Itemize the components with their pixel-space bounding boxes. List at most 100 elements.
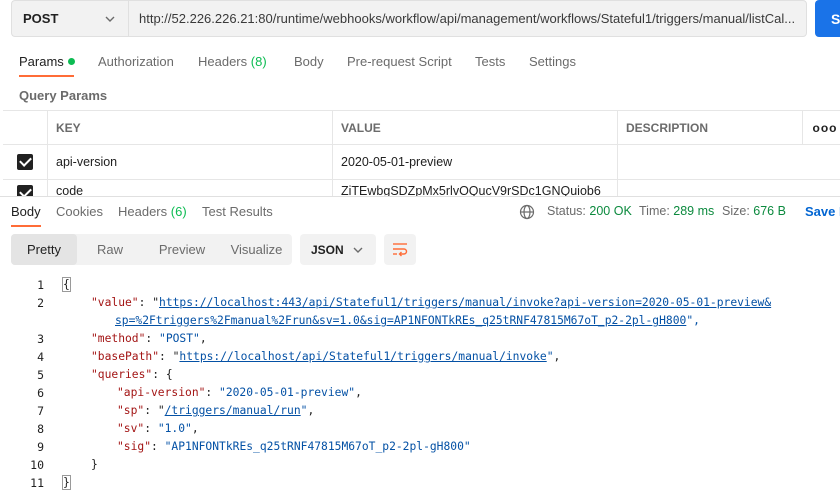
json-string: "POST" <box>159 332 200 345</box>
view-pretty-button[interactable]: Pretty <box>11 234 77 265</box>
value-column-header: VALUE <box>332 111 617 144</box>
code-line: "sig": "AP1NFONTkREs_q25tRNF47815M67oT_p… <box>117 440 471 453</box>
line-number: 7 <box>37 404 44 418</box>
tab-tests[interactable]: Tests <box>475 54 505 69</box>
line-number: 2 <box>37 296 44 310</box>
save-response-button[interactable]: Save R <box>805 204 840 219</box>
tab-headers-count: (8) <box>250 54 267 69</box>
code-line: } <box>91 458 98 471</box>
view-raw-button[interactable]: Raw <box>77 234 143 265</box>
table-row: api-version 2020-05-01-preview <box>3 145 840 180</box>
tab-authorization[interactable]: Authorization <box>98 54 174 69</box>
view-mode-group: Pretty Raw Preview Visualize <box>11 234 292 265</box>
json-link[interactable]: /triggers/manual/run <box>165 404 301 417</box>
active-tab-underline <box>11 225 41 227</box>
line-number: 8 <box>37 422 44 436</box>
json-string: "1.0" <box>157 422 192 435</box>
tab-response-headers[interactable]: Headers (6) <box>118 204 187 219</box>
json-key: "method" <box>91 332 146 345</box>
json-key: "sig" <box>117 440 152 453</box>
tab-params[interactable]: Params <box>19 54 75 69</box>
code-line: } <box>62 475 71 490</box>
status-value: 200 OK <box>589 204 632 218</box>
tab-body[interactable]: Body <box>294 54 324 69</box>
request-bar: POST http://52.226.226.21:80/runtime/web… <box>0 0 840 38</box>
code-line: "sv": "1.0", <box>117 422 199 435</box>
time-readout[interactable]: Time: 289 ms <box>639 204 714 218</box>
description-column-header: DESCRIPTION <box>617 111 802 144</box>
param-description-input[interactable] <box>617 180 840 196</box>
view-preview-button[interactable]: Preview <box>143 234 221 265</box>
json-key: "basePath" <box>91 350 160 363</box>
json-string: "2020-05-01-preview" <box>219 386 356 399</box>
tab-prerequest-script[interactable]: Pre-request Script <box>347 54 452 69</box>
key-column-header: KEY <box>47 111 332 144</box>
status-readout[interactable]: Status: 200 OK <box>547 204 632 218</box>
size-label: Size: <box>722 204 750 218</box>
more-icon: ooo <box>812 120 838 135</box>
size-value: 676 B <box>753 204 786 218</box>
tab-test-results[interactable]: Test Results <box>202 204 273 219</box>
chevron-down-icon <box>105 16 115 22</box>
json-key: "sp" <box>117 404 145 417</box>
response-bar: Body Cookies Headers (6) Test Results St… <box>0 196 840 227</box>
view-visualize-button[interactable]: Visualize <box>221 234 292 265</box>
line-number: 9 <box>37 440 44 454</box>
line-number: 1 <box>37 278 44 292</box>
line-number: 3 <box>37 332 44 346</box>
code-line: sp=%2Ftriggers%2Fmanual%2Frun&sv=1.0&sig… <box>115 314 700 327</box>
open-brace: { <box>62 277 71 292</box>
code-line: "basePath": "https://localhost/api/State… <box>91 350 561 363</box>
tab-params-label: Params <box>19 54 64 69</box>
chevron-down-icon <box>353 247 363 253</box>
request-tabs: Params Authorization Headers (8) Body Pr… <box>0 46 840 78</box>
tab-headers[interactable]: Headers (8) <box>198 54 267 69</box>
tab-headers-label: Headers <box>198 54 248 69</box>
tab-response-body[interactable]: Body <box>11 204 41 219</box>
checkbox-checked-icon <box>17 185 33 196</box>
tab-cookies[interactable]: Cookies <box>56 204 103 219</box>
code-line: "queries": { <box>91 368 173 381</box>
param-description-input[interactable] <box>617 145 840 179</box>
checkbox-checked-icon <box>17 154 33 170</box>
method-label: POST <box>23 11 59 26</box>
checkbox-column-header <box>3 111 47 144</box>
globe-icon[interactable] <box>519 204 535 220</box>
tab-response-headers-count: (6) <box>170 204 187 219</box>
json-key: "queries" <box>91 368 153 381</box>
code-line: "api-version": "2020-05-01-preview", <box>117 386 362 399</box>
code-line: { <box>62 277 71 292</box>
method-select[interactable]: POST <box>11 0 128 37</box>
wrap-lines-button[interactable] <box>384 234 416 265</box>
line-number: 11 <box>30 476 44 490</box>
param-value-input[interactable]: ZiTEwbgSDZpMx5rlvOQucV9rSDc1GNQuiob6 <box>332 180 617 196</box>
line-number: 6 <box>37 386 44 400</box>
time-value: 289 ms <box>673 204 715 218</box>
json-link[interactable]: https://localhost:443/api/Stateful1/trig… <box>159 296 771 309</box>
param-checkbox[interactable] <box>3 180 47 196</box>
close-brace: } <box>62 475 71 490</box>
url-input[interactable]: http://52.226.226.21:80/runtime/webhooks… <box>128 0 807 37</box>
json-link[interactable]: sp=%2Ftriggers%2Fmanual%2Frun&sv=1.0&sig… <box>115 314 686 327</box>
format-select[interactable]: JSON <box>300 234 376 265</box>
status-label: Status: <box>547 204 586 218</box>
line-number: 10 <box>30 458 44 472</box>
size-readout[interactable]: Size: 676 B <box>722 204 786 218</box>
code-line: "value": "https://localhost:443/api/Stat… <box>91 296 772 309</box>
send-button[interactable]: S <box>815 0 840 37</box>
json-key: "value" <box>91 296 139 309</box>
format-label: JSON <box>311 242 344 257</box>
line-number: 4 <box>37 350 44 364</box>
more-options-button[interactable]: ooo <box>802 111 840 144</box>
json-link[interactable]: https://localhost/api/Stateful1/triggers… <box>179 350 546 363</box>
param-checkbox[interactable] <box>3 145 47 179</box>
code-line: "method": "POST", <box>91 332 207 345</box>
tab-settings[interactable]: Settings <box>529 54 576 69</box>
active-tab-underline <box>19 75 74 77</box>
param-value-input[interactable]: 2020-05-01-preview <box>332 145 617 179</box>
json-key: "sv" <box>117 422 145 435</box>
param-key-input[interactable]: code <box>47 180 332 196</box>
code-line: "sp": "/triggers/manual/run", <box>117 404 315 417</box>
param-key-input[interactable]: api-version <box>47 145 332 179</box>
table-header-row: KEY VALUE DESCRIPTION ooo <box>3 110 840 145</box>
